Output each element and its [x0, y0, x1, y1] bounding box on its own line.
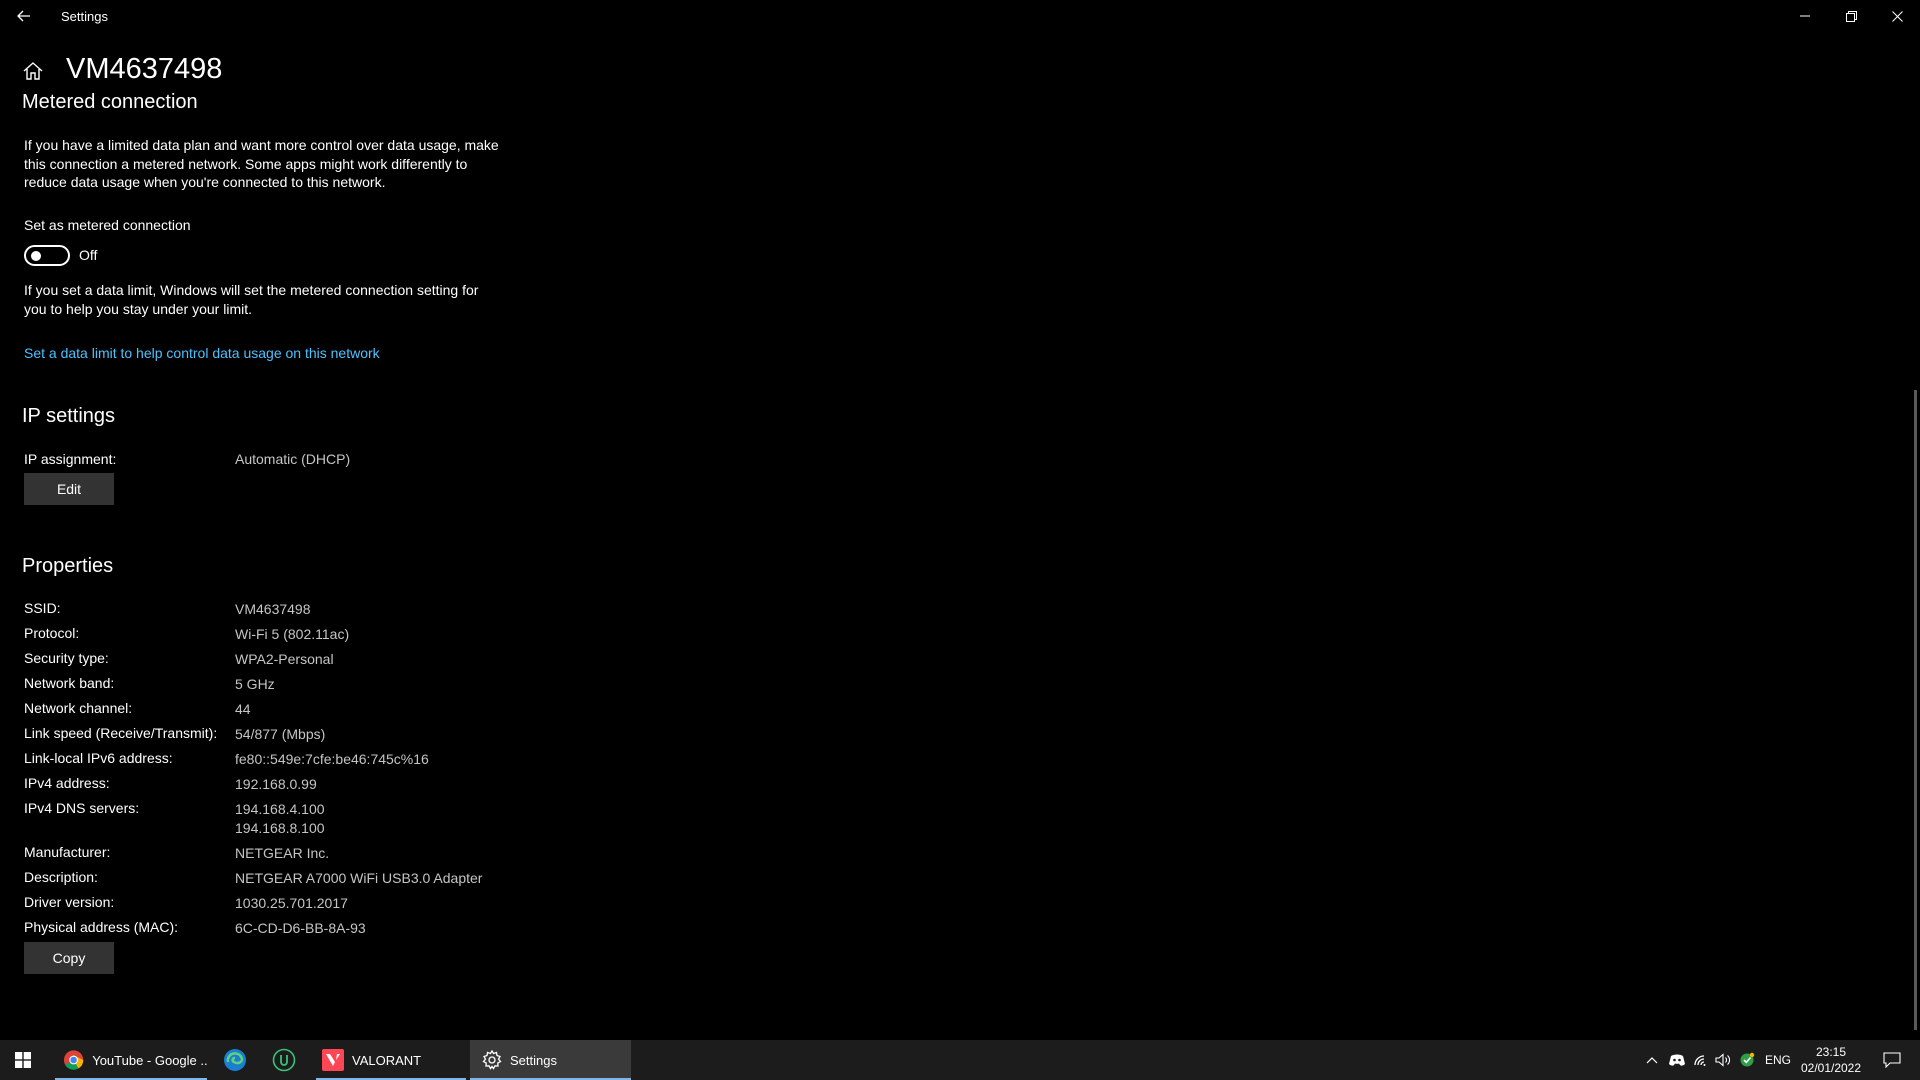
- show-hidden-icons-button[interactable]: [1642, 1040, 1662, 1080]
- property-label: Security type:: [24, 650, 109, 666]
- property-value: 5 GHz: [235, 676, 275, 692]
- edge-icon: [224, 1049, 246, 1071]
- data-limit-link[interactable]: Set a data limit to help control data us…: [24, 345, 380, 361]
- dns-primary: 194.168.4.100: [235, 801, 325, 817]
- input-language[interactable]: ENG: [1762, 1040, 1794, 1080]
- metered-toggle-state: Off: [79, 247, 98, 263]
- dns-secondary: 194.168.8.100: [235, 819, 325, 836]
- property-label: Network band:: [24, 675, 115, 691]
- property-value: 54/877 (Mbps): [235, 726, 326, 742]
- restore-icon: [1845, 10, 1857, 22]
- start-button[interactable]: [0, 1040, 46, 1080]
- app-title: Settings: [61, 9, 108, 24]
- valorant-icon: [322, 1049, 344, 1071]
- close-button[interactable]: [1874, 0, 1920, 32]
- back-button[interactable]: [8, 0, 40, 32]
- metered-toggle[interactable]: [24, 245, 70, 266]
- ip-settings-heading: IP settings: [22, 405, 116, 427]
- u-app-icon: [272, 1048, 296, 1072]
- taskbar-chrome[interactable]: YouTube - Google ...: [55, 1040, 207, 1080]
- discord-icon: [1669, 1054, 1685, 1066]
- property-value: 6C-CD-D6-BB-8A-93: [235, 920, 366, 936]
- property-value: 1030.25.701.2017: [235, 895, 348, 911]
- metered-description: If you have a limited data plan and want…: [24, 137, 499, 190]
- tray-app-icon: [1740, 1052, 1755, 1067]
- property-label: Manufacturer:: [24, 844, 111, 860]
- property-value: NETGEAR Inc.: [235, 845, 330, 861]
- taskbar-settings[interactable]: Settings: [470, 1040, 631, 1080]
- tray-volume[interactable]: [1712, 1040, 1734, 1080]
- chrome-icon: [63, 1050, 84, 1070]
- property-label: Physical address (MAC):: [24, 919, 179, 935]
- property-label: Protocol:: [24, 625, 80, 641]
- gear-icon: [482, 1050, 502, 1070]
- home-icon: [23, 62, 43, 80]
- minimize-icon: [1800, 15, 1810, 17]
- taskbar-valorant[interactable]: VALORANT: [316, 1040, 466, 1080]
- taskbar-item-label: VALORANT: [352, 1052, 422, 1068]
- property-label: IPv4 DNS servers:: [24, 800, 140, 816]
- taskbar-u-app[interactable]: [268, 1040, 300, 1080]
- tray-app[interactable]: [1736, 1040, 1758, 1080]
- property-value: fe80::549e:7cfe:be46:745c%16: [235, 751, 429, 767]
- speaker-icon: [1715, 1053, 1730, 1067]
- property-label: Description:: [24, 869, 98, 885]
- clock-time: 23:15: [1815, 1045, 1847, 1059]
- taskbar-item-label: Settings: [510, 1052, 557, 1068]
- ip-assignment-value: Automatic (DHCP): [235, 451, 351, 467]
- property-label: Link speed (Receive/Transmit):: [24, 725, 218, 741]
- property-value: NETGEAR A7000 WiFi USB3.0 Adapter: [235, 870, 483, 886]
- properties-heading: Properties: [22, 555, 114, 577]
- property-value: 192.168.0.99: [235, 776, 317, 792]
- metered-toggle-label: Set as metered connection: [24, 217, 191, 233]
- ip-assignment-label: IP assignment:: [24, 451, 117, 467]
- property-label: Network channel:: [24, 700, 133, 716]
- taskbar-edge[interactable]: [220, 1040, 250, 1080]
- clock[interactable]: 23:15 02/01/2022: [1796, 1040, 1866, 1080]
- windows-logo-icon: [15, 1052, 31, 1068]
- close-icon: [1891, 10, 1903, 22]
- property-value: WPA2-Personal: [235, 651, 334, 667]
- property-value: Wi-Fi 5 (802.11ac): [235, 626, 350, 642]
- taskbar: YouTube - Google ... VALORANT Settings E…: [0, 1040, 1920, 1080]
- metered-connection-heading: Metered connection: [22, 91, 198, 113]
- property-value: 194.168.4.100 194.168.8.100: [235, 800, 325, 837]
- tray-discord[interactable]: [1666, 1040, 1688, 1080]
- property-value: VM4637498: [235, 601, 311, 617]
- property-label: IPv4 address:: [24, 775, 110, 791]
- copy-button[interactable]: Copy: [24, 942, 114, 974]
- title-bar: Settings: [0, 0, 1920, 32]
- action-center-button[interactable]: [1872, 1040, 1912, 1080]
- clock-date: 02/01/2022: [1800, 1061, 1862, 1075]
- notification-icon: [1883, 1052, 1901, 1068]
- home-button[interactable]: [22, 60, 44, 82]
- taskbar-item-label: YouTube - Google ...: [92, 1052, 207, 1068]
- wifi-icon: [1694, 1055, 1706, 1066]
- toggle-knob: [31, 251, 41, 261]
- restore-button[interactable]: [1828, 0, 1874, 32]
- chevron-up-icon: [1646, 1057, 1658, 1064]
- edit-button[interactable]: Edit: [24, 473, 114, 505]
- property-label: SSID:: [24, 600, 61, 616]
- data-limit-note: If you set a data limit, Windows will se…: [24, 282, 479, 317]
- property-label: Driver version:: [24, 894, 115, 910]
- property-value: 44: [235, 701, 251, 717]
- minimize-button[interactable]: [1782, 0, 1828, 32]
- property-label: Link-local IPv6 address:: [24, 750, 173, 766]
- back-arrow-icon: [17, 10, 30, 22]
- tray-network[interactable]: [1690, 1040, 1712, 1080]
- page-title: VM4637498: [66, 53, 223, 85]
- scrollbar[interactable]: [1914, 390, 1917, 1030]
